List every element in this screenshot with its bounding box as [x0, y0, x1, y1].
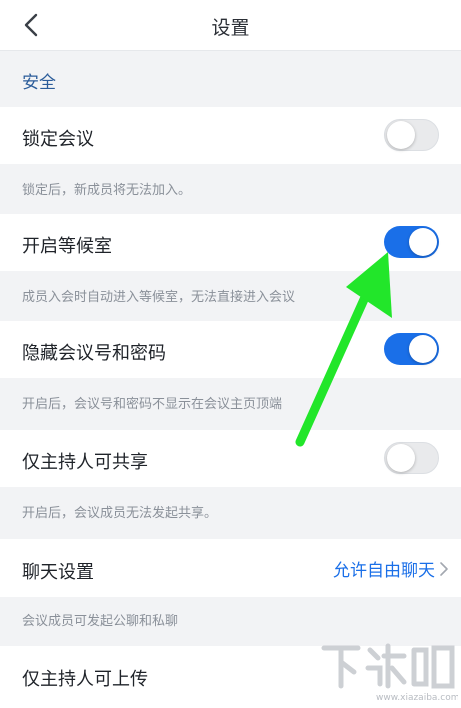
- description-text: 成员入会时自动进入等候室，无法直接进入会议: [22, 290, 296, 305]
- setting-label: 隐藏会议号和密码: [22, 343, 166, 364]
- toggle-knob: [409, 335, 437, 363]
- setting-row-hide-meeting-id: 隐藏会议号和密码: [0, 321, 461, 378]
- hide-meeting-id-toggle[interactable]: [384, 333, 439, 365]
- setting-row-lock-meeting: 锁定会议: [0, 107, 461, 164]
- description-text: 开启后，会议成员无法发起共享。: [22, 506, 218, 521]
- description-text: 开启后，会议号和密码不显示在会议主页顶端: [22, 397, 283, 412]
- toggle-knob: [387, 444, 415, 472]
- chevron-right-icon: [440, 562, 448, 576]
- setting-row-chat[interactable]: 聊天设置 允许自由聊天: [0, 539, 461, 597]
- setting-description: 会议成员可发起公聊和私聊: [0, 597, 461, 646]
- setting-description: 开启后，会议成员无法发起共享。: [0, 487, 461, 539]
- chat-setting-value[interactable]: 允许自由聊天: [333, 556, 435, 581]
- nav-bar: 设置: [0, 0, 461, 51]
- setting-label: 开启等候室: [22, 236, 112, 257]
- section-header-security: 安全: [0, 51, 461, 106]
- setting-row-host-only-upload: 仅主持人可上传: [0, 646, 461, 708]
- setting-label: 聊天设置: [22, 562, 94, 583]
- description-text: 锁定后，新成员将无法加入。: [22, 183, 192, 198]
- setting-row-host-only-share: 仅主持人可共享: [0, 430, 461, 487]
- toggle-knob: [409, 228, 437, 256]
- lock-meeting-toggle[interactable]: [384, 119, 439, 151]
- host-only-share-toggle[interactable]: [384, 442, 439, 474]
- setting-row-waiting-room: 开启等候室: [0, 214, 461, 271]
- waiting-room-toggle[interactable]: [384, 226, 439, 258]
- setting-description: 开启后，会议号和密码不显示在会议主页顶端: [0, 378, 461, 430]
- setting-label: 仅主持人可共享: [22, 452, 148, 473]
- section-title: 安全: [22, 73, 56, 93]
- setting-label: 仅主持人可上传: [22, 669, 148, 690]
- setting-description: 锁定后，新成员将无法加入。: [0, 164, 461, 214]
- description-text: 会议成员可发起公聊和私聊: [22, 614, 179, 629]
- toggle-knob: [387, 121, 415, 149]
- setting-description: 成员入会时自动进入等候室，无法直接进入会议: [0, 271, 461, 321]
- setting-label: 锁定会议: [22, 129, 94, 150]
- page-title: 设置: [211, 17, 250, 39]
